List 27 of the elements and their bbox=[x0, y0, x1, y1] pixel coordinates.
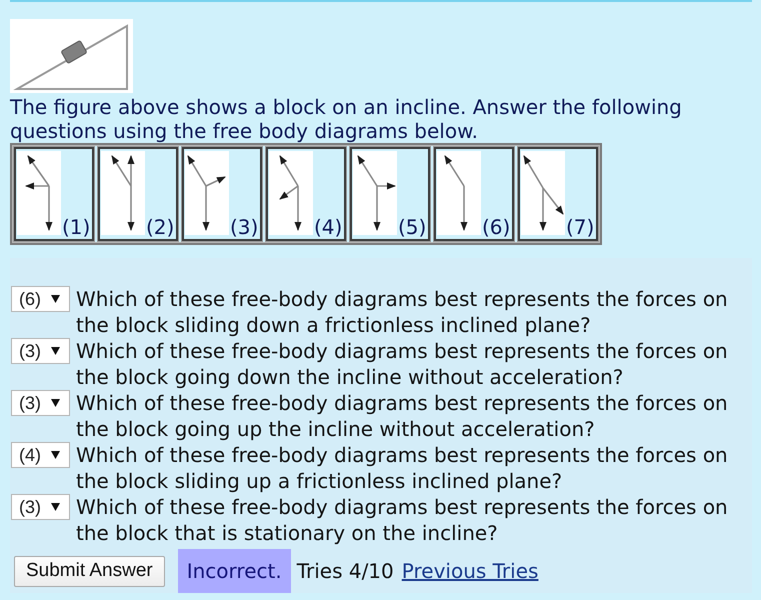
answer-dropdown[interactable]: (3) bbox=[11, 390, 70, 416]
caret-icon bbox=[51, 347, 60, 355]
caret-icon bbox=[51, 295, 60, 303]
caret-icon bbox=[51, 399, 60, 407]
caret-icon bbox=[51, 503, 60, 511]
diagram-label: (2) bbox=[146, 216, 174, 238]
question-text: Which of these free-body diagrams best represents the forces on the block that is stationary on the incline? bbox=[76, 494, 729, 546]
tries-text: Tries 4/10 bbox=[296, 559, 394, 583]
previous-tries-link[interactable]: Previous Tries bbox=[402, 559, 538, 583]
question-text: Which of these free-body diagrams best represents the forces on the block going up the incline without acceleration? bbox=[76, 390, 729, 442]
answer-dropdown[interactable]: (3) bbox=[11, 494, 70, 520]
diagram-label: (5) bbox=[398, 216, 426, 238]
question-text: Which of these free-body diagrams best represents the forces on the block going down the incline without acceleration? bbox=[76, 338, 729, 390]
answer-dropdown[interactable]: (4) bbox=[11, 442, 70, 468]
question-text: Which of these free-body diagrams best represents the forces on the block sliding down a frictionless inclined plane? bbox=[76, 286, 729, 338]
submit-button[interactable]: Submit Answer bbox=[14, 556, 165, 586]
caret-icon bbox=[51, 451, 60, 459]
caption-text: The figure above shows a block on an incline. Answer the following questions using the free body diagrams below. bbox=[10, 95, 683, 143]
diagram-label: (6) bbox=[482, 216, 510, 238]
diagram-label: (4) bbox=[314, 216, 342, 238]
answer-dropdown[interactable]: (6) bbox=[11, 286, 70, 312]
diagram-label: (7) bbox=[566, 216, 594, 238]
result-status: Incorrect. bbox=[178, 549, 291, 593]
answer-dropdown[interactable]: (3) bbox=[11, 338, 70, 364]
diagram-label: (3) bbox=[230, 216, 258, 238]
question-text: Which of these free-body diagrams best represents the forces on the block sliding up a frictionless inclined plane? bbox=[76, 442, 729, 494]
diagram-label: (1) bbox=[62, 216, 90, 238]
